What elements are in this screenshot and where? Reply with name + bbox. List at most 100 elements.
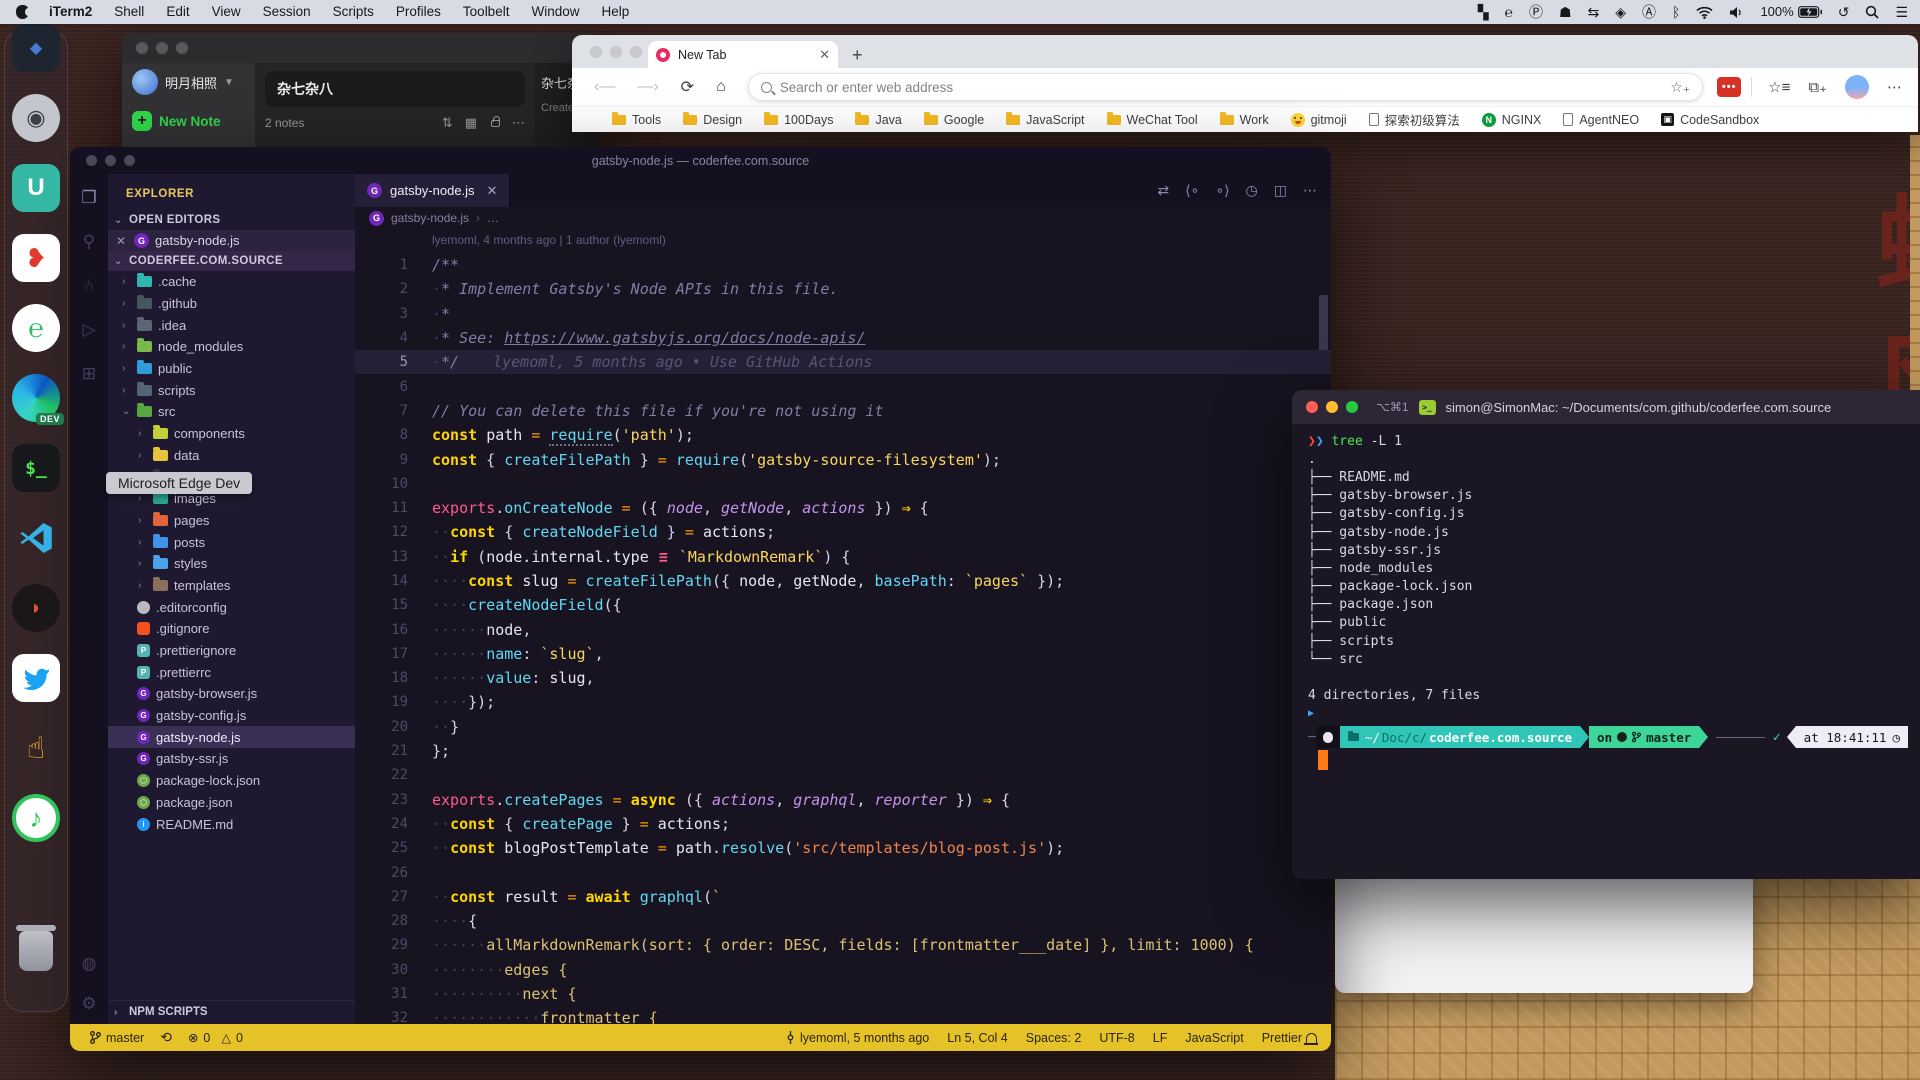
tree-item-package.json[interactable]: ⬡package.json [108, 792, 355, 814]
bookmark-CodeSandbox[interactable]: ▣CodeSandbox [1661, 113, 1759, 127]
tree-item-data[interactable]: ›data [108, 445, 355, 467]
menu-item-profiles[interactable]: Profiles [386, 0, 451, 24]
tree-item-src[interactable]: ⌄src [108, 401, 355, 423]
lock-icon[interactable] [491, 120, 500, 127]
dock-item-twitter[interactable] [10, 652, 62, 704]
extension-icon[interactable]: ••• [1717, 77, 1741, 97]
tree-item-posts[interactable]: ›posts [108, 531, 355, 553]
paste-icon[interactable]: Ⓟ [1529, 0, 1543, 24]
close-icon[interactable]: ✕ [116, 234, 128, 248]
explorer-icon[interactable]: ❐ [81, 188, 96, 208]
problems-status[interactable]: ⊗0 △0 [188, 1030, 243, 1045]
collections-icon[interactable]: ⧉₊ [1802, 78, 1833, 96]
dock-item-evernote[interactable]: ℮ [10, 302, 62, 354]
bookmark-Google[interactable]: Google [924, 113, 984, 127]
menu-item-app[interactable]: iTerm2 [39, 0, 102, 24]
blame-status[interactable]: lyemoml, 5 months ago [786, 1031, 929, 1045]
status-javascript[interactable]: JavaScript [1185, 1031, 1243, 1045]
editor-tab[interactable]: G gatsby-node.js ✕ [355, 174, 510, 207]
alfred-hat-icon[interactable]: ☗ [1559, 0, 1572, 24]
bookmark-Design[interactable]: Design [683, 113, 742, 127]
tree-item-gatsby-browser.js[interactable]: Ggatsby-browser.js [108, 683, 355, 705]
input-method-icon[interactable]: Ⓐ [1642, 0, 1656, 24]
account-icon[interactable]: ◍ [82, 954, 97, 974]
backup-icon[interactable]: ↺ [1838, 0, 1850, 24]
run-debug-icon[interactable]: ▷ [82, 320, 95, 340]
browser-close-button[interactable] [590, 46, 602, 58]
bookmark-JavaScript[interactable]: JavaScript [1006, 113, 1084, 127]
tree-item-.prettierrc[interactable]: P.prettierrc [108, 661, 355, 683]
wifi-icon[interactable] [1696, 6, 1713, 19]
tree-item-.gitignore[interactable]: .gitignore [108, 618, 355, 640]
menu-item-window[interactable]: Window [521, 0, 589, 24]
dock-item-utools[interactable]: U [10, 162, 62, 214]
notifications-bell-icon[interactable] [1306, 1033, 1317, 1043]
dock-item-vscode[interactable] [10, 512, 62, 564]
evernote-icon[interactable]: ℮ [1505, 0, 1513, 24]
grid-view-icon[interactable]: ▦ [465, 115, 477, 131]
project-root-section[interactable]: ⌄CODERFEE.COM.SOURCE [108, 251, 355, 271]
vscode-close-button[interactable] [86, 155, 97, 166]
tree-item-package-lock.json[interactable]: ⬡package-lock.json [108, 770, 355, 792]
status-ln[interactable]: Ln 5, Col 4 [947, 1031, 1007, 1045]
sort-icon[interactable]: ⇅ [442, 115, 453, 131]
open-editor-item[interactable]: ✕ G gatsby-node.js [108, 230, 355, 251]
tab-close-icon[interactable]: ✕ [487, 183, 498, 199]
dock-item-edge-dev[interactable]: DEV [10, 372, 62, 424]
tree-item-public[interactable]: ›public [108, 358, 355, 380]
tree-item-pages[interactable]: ›pages [108, 510, 355, 532]
new-note-button[interactable]: + New Note [132, 111, 245, 131]
tree-item-.editorconfig[interactable]: .editorconfig [108, 596, 355, 618]
dock-item-dark-blue-app[interactable]: ◆ [10, 22, 62, 74]
notes-minimize-button[interactable] [156, 42, 168, 54]
tree-item-templates[interactable]: ›templates [108, 575, 355, 597]
dock-item-trash[interactable] [10, 925, 62, 977]
menu-item-session[interactable]: Session [253, 0, 321, 24]
menu-item-scripts[interactable]: Scripts [323, 0, 384, 24]
tree-item-styles[interactable]: ›styles [108, 553, 355, 575]
sync-status[interactable]: ⟲ [160, 1029, 172, 1046]
tree-item-.prettierignore[interactable]: P.prettierignore [108, 640, 355, 662]
extensions-icon[interactable]: ⊞ [82, 364, 96, 384]
browser-more-icon[interactable]: ⋯ [1881, 78, 1908, 96]
reload-icon[interactable]: ⟳ [673, 77, 702, 97]
more-actions-icon[interactable]: ⋯ [1303, 182, 1317, 199]
open-editors-section[interactable]: ⌄OPEN EDITORS [108, 210, 355, 230]
tree-item-components[interactable]: ›components [108, 423, 355, 445]
apple-menu-icon[interactable] [16, 5, 29, 19]
back-icon[interactable]: ‹— [586, 78, 623, 96]
shield-icon[interactable]: ◈ [1615, 0, 1626, 24]
vscode-titlebar[interactable]: gatsby-node.js — coderfee.com.source [70, 147, 1331, 174]
dock-item-music-app[interactable]: ♪ [10, 792, 62, 844]
bookmark-gitmoji[interactable]: gitmoji [1291, 113, 1347, 127]
bookmark-AgentNEO[interactable]: AgentNEO [1563, 113, 1639, 127]
home-icon[interactable]: ⌂ [708, 78, 734, 96]
bookmark-100Days[interactable]: 100Days [764, 113, 833, 127]
source-control-icon[interactable]: ⑃ [84, 276, 94, 296]
settings-gear-icon[interactable]: ⚙ [81, 994, 96, 1014]
notes-account[interactable]: 明月相照 ▼ [132, 69, 245, 95]
dock-item-dark-red-app[interactable]: ◗ [10, 582, 62, 634]
new-tab-button[interactable]: + [852, 42, 863, 68]
tree-item-.idea[interactable]: ›.idea [108, 314, 355, 336]
tree-item-scripts[interactable]: ›scripts [108, 379, 355, 401]
note-list-item[interactable]: 杂七杂八 [265, 71, 525, 107]
favorites-list-icon[interactable]: ☆≡ [1762, 78, 1796, 96]
browser-minimize-button[interactable] [610, 46, 622, 58]
browser-tab[interactable]: New Tab ✕ [648, 41, 838, 68]
address-bar[interactable]: Search or enter web address ☆₊ [748, 73, 1703, 101]
menu-item-view[interactable]: View [202, 0, 251, 24]
more-icon[interactable]: ⋯ [512, 115, 525, 131]
dock-item-red-bird-app[interactable]: ❥ [10, 232, 62, 284]
battery-icon[interactable]: 100% [1760, 0, 1821, 24]
menu-item-shell[interactable]: Shell [104, 0, 154, 24]
status-lf[interactable]: LF [1153, 1031, 1168, 1045]
add-favorite-icon[interactable]: ☆₊ [1670, 79, 1690, 96]
spotlight-icon[interactable] [1865, 5, 1879, 19]
search-view-icon[interactable]: ⚲ [83, 232, 95, 252]
tree-item-README.md[interactable]: iREADME.md [108, 813, 355, 835]
bookmark-Java[interactable]: Java [855, 113, 901, 127]
notes-zoom-button[interactable] [176, 42, 188, 54]
status-spaces[interactable]: Spaces: 2 [1026, 1031, 1082, 1045]
volume-icon[interactable] [1729, 6, 1744, 19]
